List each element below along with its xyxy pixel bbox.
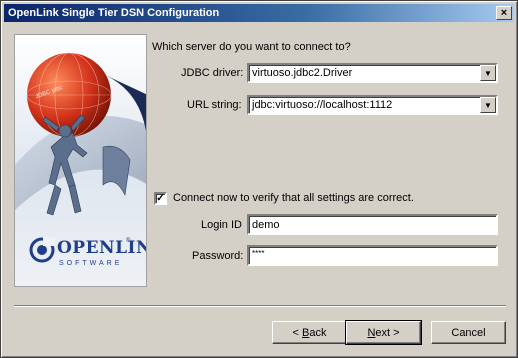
logo-subtitle: SOFTWARE <box>59 260 123 267</box>
url-string-label: URL string: <box>187 99 242 111</box>
jdbc-driver-select[interactable]: virtuoso.jdbc2.Driver ▼ <box>247 63 498 83</box>
jdbc-driver-label: JDBC driver: <box>181 67 244 79</box>
next-button[interactable]: Next > <box>345 320 422 345</box>
window-title: OpenLink Single Tier DSN Configuration <box>8 7 220 19</box>
next-mnemonic: N <box>367 326 376 339</box>
password-label: Password: <box>192 250 244 262</box>
back-button[interactable]: < Back <box>272 321 347 344</box>
title-bar[interactable]: OpenLink Single Tier DSN Configuration × <box>4 4 514 22</box>
url-string-select[interactable]: jdbc:virtuoso://localhost:1112 ▼ <box>247 95 498 115</box>
logo-name: OPENLINK <box>57 238 146 258</box>
chevron-down-icon[interactable]: ▼ <box>480 97 496 113</box>
logo-trademark: ® <box>126 238 131 244</box>
wizard-side-image: JDBC jdbc OPENLINK ® SOFTWARE <box>14 34 147 287</box>
back-mnemonic: B <box>302 326 310 339</box>
connect-now-label[interactable]: Connect now to verify that all settings … <box>173 192 414 204</box>
dsn-config-dialog: OpenLink Single Tier DSN Configuration × <box>0 0 518 358</box>
server-prompt: Which server do you want to connect to? <box>152 41 351 53</box>
back-prefix: < <box>292 326 302 339</box>
password-value: **** <box>252 249 265 258</box>
back-rest: ack <box>309 326 327 339</box>
connect-now-checkbox[interactable]: ✓ <box>154 192 167 205</box>
password-field[interactable]: **** <box>247 245 498 266</box>
checkmark-icon: ✓ <box>156 192 165 204</box>
url-string-value: jdbc:virtuoso://localhost:1112 <box>252 99 393 111</box>
jdbc-driver-value: virtuoso.jdbc2.Driver <box>252 67 353 79</box>
login-id-label: Login ID <box>201 219 242 231</box>
button-separator <box>14 305 506 307</box>
login-id-field[interactable]: demo <box>247 214 498 235</box>
login-id-value: demo <box>252 218 280 231</box>
cancel-button[interactable]: Cancel <box>431 321 506 344</box>
openlink-logo-icon <box>29 237 55 263</box>
close-icon[interactable]: × <box>496 6 512 20</box>
next-rest: ext > <box>375 326 400 339</box>
openlink-logo: OPENLINK ® SOFTWARE <box>27 235 146 275</box>
chevron-down-icon[interactable]: ▼ <box>480 65 496 81</box>
